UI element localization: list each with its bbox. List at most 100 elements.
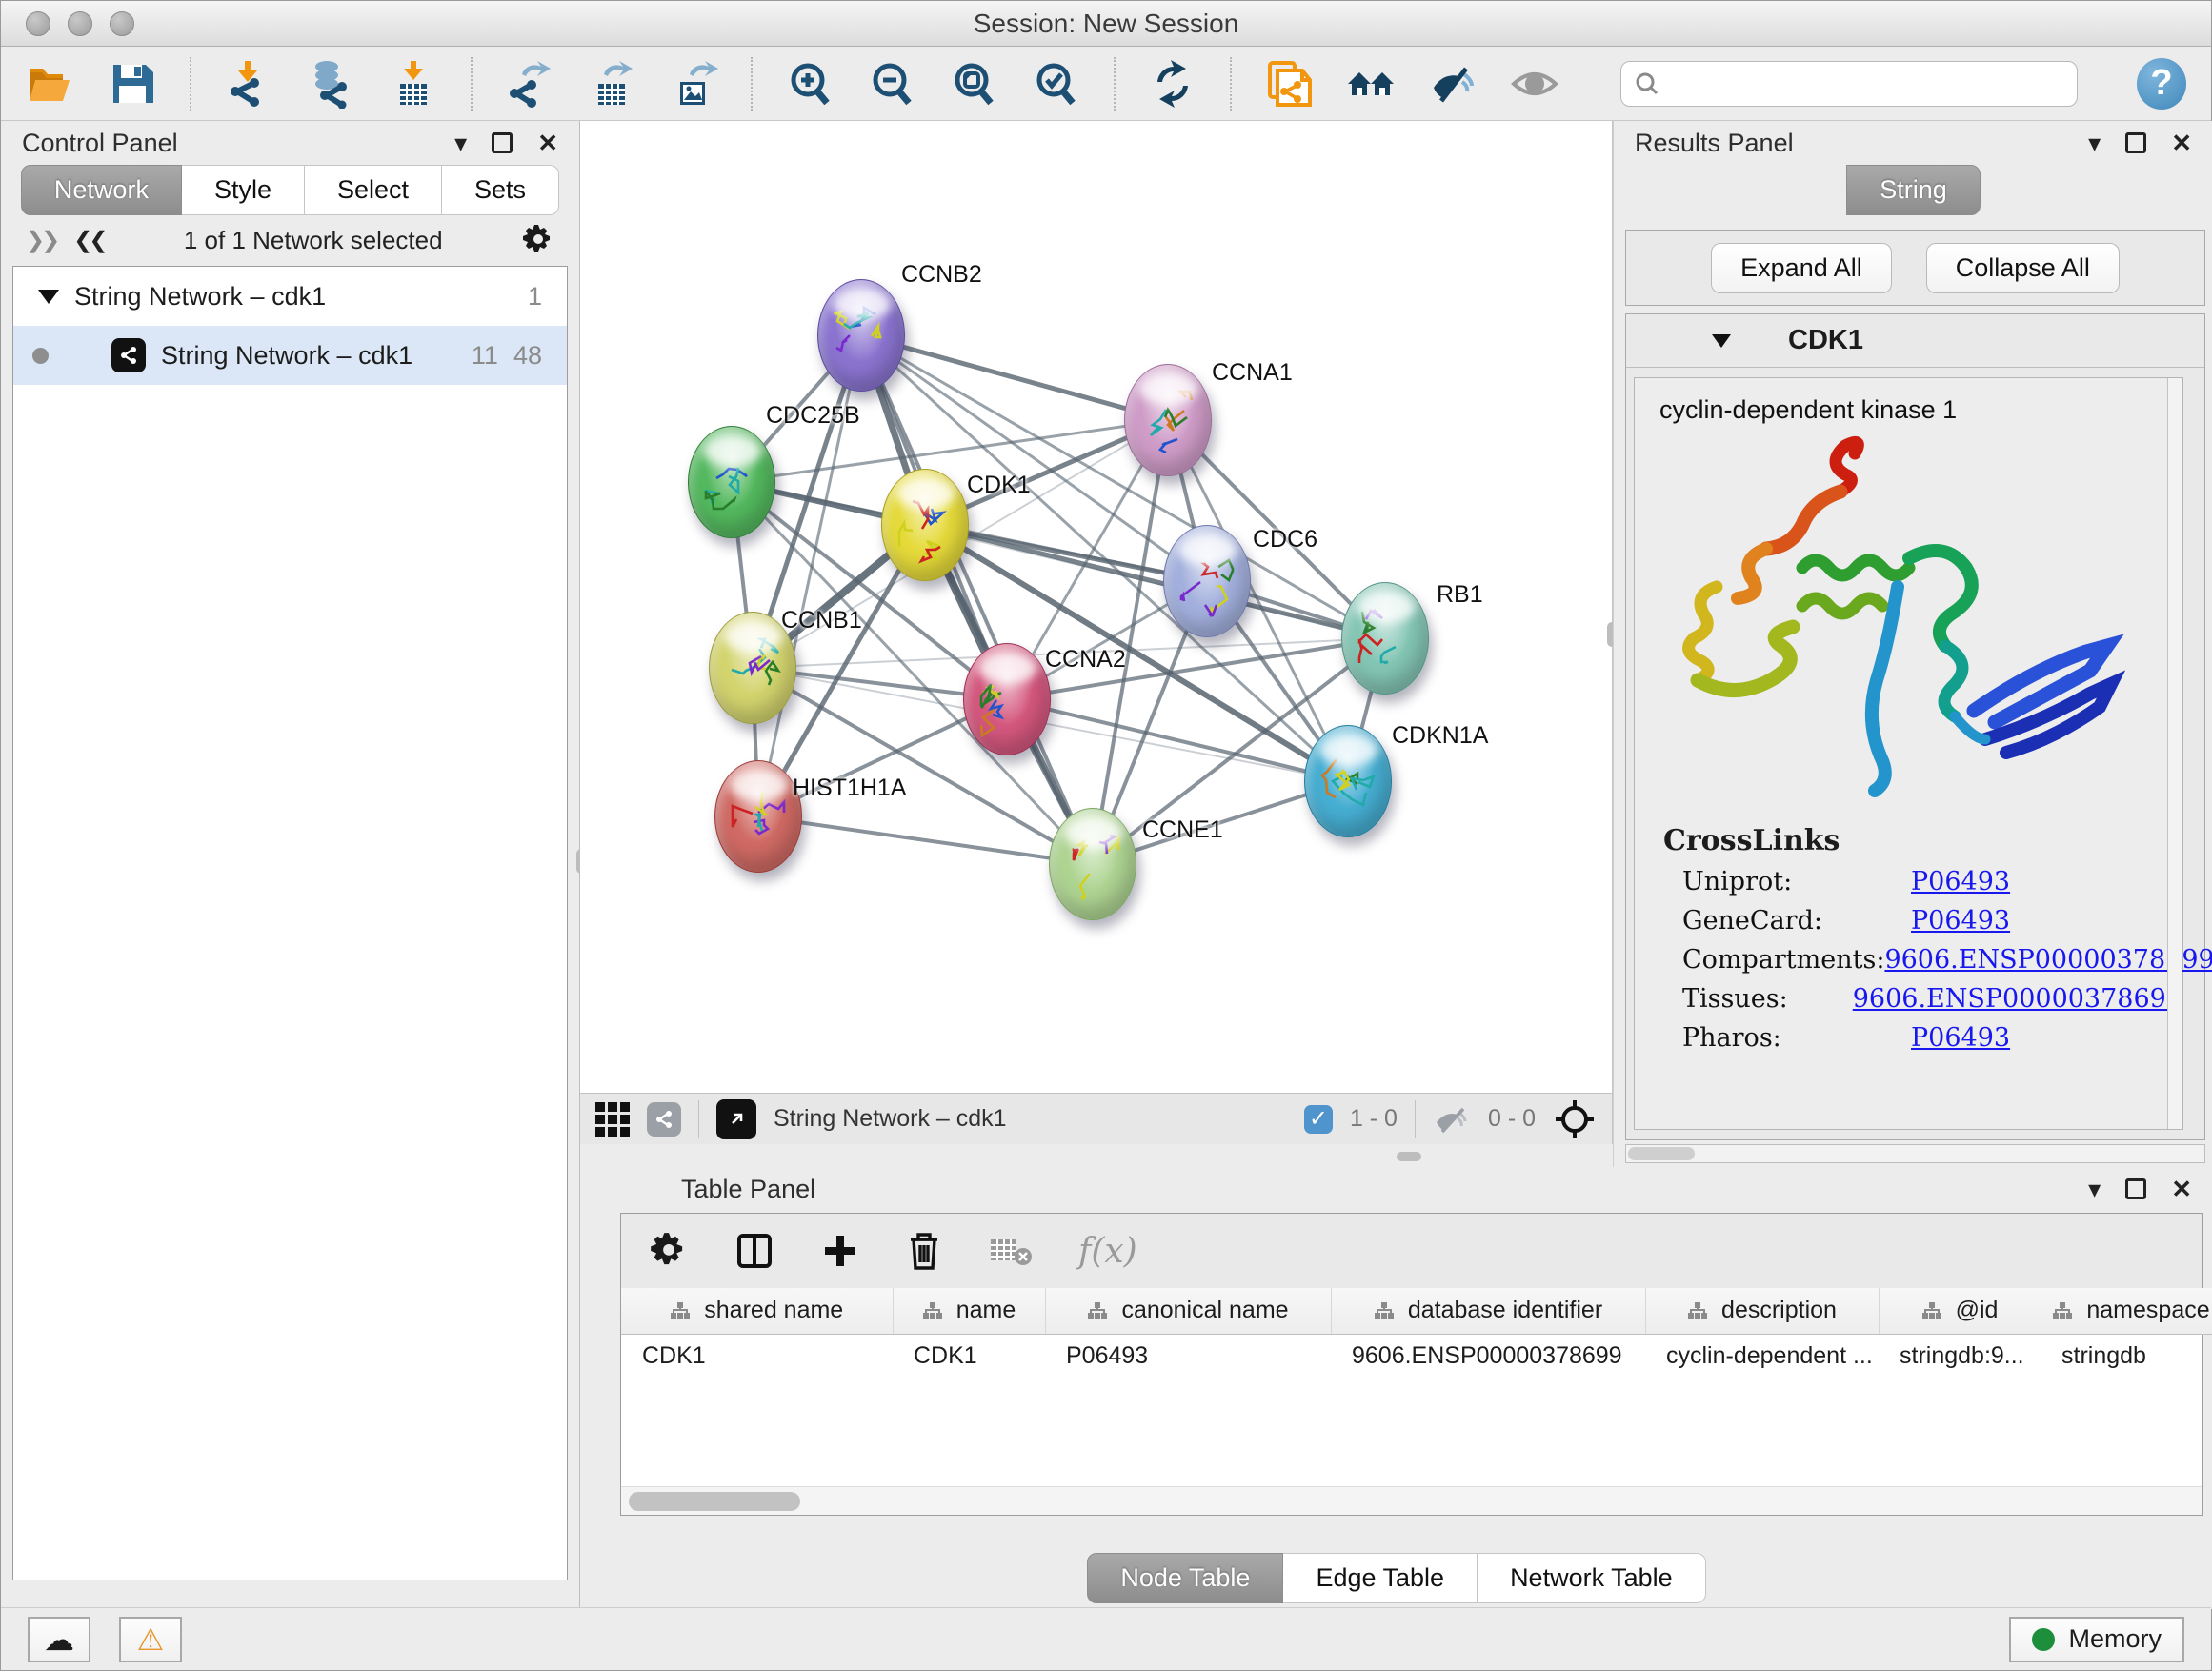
show-columns-icon[interactable] (734, 1230, 775, 1272)
function-builder-icon[interactable]: f(x) (1078, 1232, 1137, 1271)
panel-float-icon[interactable] (2125, 1178, 2146, 1199)
network-node-cdc25b[interactable] (688, 426, 775, 538)
birdseye-grid-icon[interactable] (595, 1102, 630, 1137)
network-node-ccnb2[interactable] (817, 279, 905, 392)
export-network-button[interactable] (505, 58, 554, 110)
selected-nodes-checkbox[interactable]: ✓ (1304, 1105, 1333, 1134)
panel-menu-icon[interactable]: ▾ (454, 129, 467, 158)
panel-float-icon[interactable] (492, 132, 513, 153)
network-row[interactable]: String Network – cdk1 11 48 (13, 326, 567, 385)
warnings-button[interactable]: ⚠ (119, 1617, 182, 1662)
tab-node-table[interactable]: Node Table (1087, 1553, 1283, 1603)
create-column-icon[interactable] (821, 1232, 859, 1270)
hidden-eye-icon[interactable] (1433, 1105, 1471, 1134)
column-header-database-identifier[interactable]: database identifier (1331, 1288, 1645, 1334)
crosslink-link[interactable]: P06493 (1911, 1023, 2010, 1053)
network-node-cdk1[interactable] (881, 469, 969, 581)
toolbar-search[interactable] (1620, 61, 2078, 107)
delete-column-icon[interactable] (905, 1230, 943, 1272)
network-node-cdc6[interactable] (1163, 525, 1251, 637)
table-cell[interactable]: CDK1 (621, 1334, 893, 1378)
crosslink-link[interactable]: P06493 (1911, 906, 2010, 936)
results-vertical-scrollbar[interactable] (2167, 378, 2182, 1129)
network-collection-row[interactable]: String Network – cdk1 1 (13, 267, 567, 326)
expand-all-networks-icon[interactable]: ❮❮ (73, 227, 104, 254)
refresh-button[interactable] (1148, 58, 1197, 110)
panel-float-icon[interactable] (2125, 132, 2146, 153)
column-header-description[interactable]: description (1645, 1288, 1879, 1334)
table-cell[interactable]: CDK1 (893, 1334, 1045, 1378)
show-eye-icon[interactable] (1510, 58, 1559, 110)
crosslink-link[interactable]: P06493 (1911, 867, 2010, 896)
panel-close-icon[interactable]: ✕ (2171, 129, 2192, 158)
table-cell[interactable]: 9606.ENSP00000378699 (1331, 1334, 1645, 1378)
export-table-button[interactable] (587, 58, 636, 110)
tab-string-results[interactable]: String (1846, 165, 1981, 215)
panel-menu-icon[interactable]: ▾ (2088, 1175, 2101, 1204)
minimize-window-button[interactable] (68, 11, 92, 36)
string-home-button[interactable] (1346, 58, 1396, 110)
string-view-icon[interactable] (647, 1102, 681, 1137)
network-node-ccna1[interactable] (1124, 364, 1212, 476)
search-input[interactable] (1669, 69, 2063, 98)
import-network-file-button[interactable] (224, 58, 273, 110)
collapse-all-button[interactable]: Collapse All (1926, 243, 2120, 293)
zoom-fit-button[interactable] (949, 58, 998, 110)
export-image-button[interactable] (669, 58, 718, 110)
tab-select[interactable]: Select (305, 165, 442, 215)
window-controls[interactable] (26, 11, 134, 36)
table-cell[interactable]: P06493 (1045, 1334, 1331, 1378)
tab-style[interactable]: Style (182, 165, 305, 215)
network-node-cdkn1a[interactable] (1304, 725, 1392, 837)
open-in-window-icon[interactable] (716, 1099, 756, 1139)
results-horizontal-scrollbar[interactable] (1625, 1144, 2205, 1163)
network-canvas[interactable]: CCNB2CCNA1CDC25BCDK1CDC6RB1CCNB1CCNA2CDK… (580, 121, 1613, 1093)
table-options-gear-icon[interactable] (650, 1232, 688, 1270)
table-cell[interactable]: cyclin-dependent ... (1645, 1334, 1879, 1378)
crosslink-link[interactable]: 9606.ENSP00000378699 (1884, 945, 2212, 975)
zoom-selected-button[interactable] (1031, 58, 1080, 110)
string-import-button[interactable] (1264, 58, 1314, 110)
memory-button[interactable]: Memory (2009, 1617, 2184, 1662)
fit-selected-crosshair-icon[interactable] (1553, 1097, 1597, 1141)
collapse-all-networks-icon[interactable]: ❯❯ (26, 227, 56, 254)
crosslink-link[interactable]: 9606.ENSP00000378699 (1853, 984, 2182, 1014)
column-header-shared-name[interactable]: shared name (621, 1288, 893, 1334)
table-cell[interactable]: stringdb:9... (1879, 1334, 2041, 1378)
close-window-button[interactable] (26, 11, 50, 36)
help-button[interactable]: ? (2137, 58, 2186, 110)
column-header-canonical-name[interactable]: canonical name (1045, 1288, 1331, 1334)
panel-menu-icon[interactable]: ▾ (2088, 129, 2101, 158)
import-table-button[interactable] (389, 58, 438, 110)
network-node-ccne1[interactable] (1049, 808, 1136, 920)
gene-collapse-icon[interactable] (1712, 334, 1731, 348)
zoom-window-button[interactable] (110, 11, 134, 36)
cloud-status-button[interactable]: ☁ (28, 1617, 90, 1662)
network-node-rb1[interactable] (1341, 582, 1429, 695)
column-header--id[interactable]: @id (1879, 1288, 2041, 1334)
open-session-button[interactable] (26, 58, 75, 110)
tab-network[interactable]: Network (21, 165, 182, 215)
network-options-gear-icon[interactable] (522, 224, 554, 256)
tab-sets[interactable]: Sets (442, 165, 559, 215)
network-node-hist1h1a[interactable] (714, 760, 802, 873)
table-row[interactable]: CDK1CDK1P064939606.ENSP00000378699cyclin… (621, 1334, 2212, 1378)
table-horizontal-scrollbar[interactable] (621, 1486, 2202, 1515)
tab-edge-table[interactable]: Edge Table (1283, 1553, 1478, 1603)
collection-expander-icon[interactable] (38, 290, 59, 304)
expand-all-button[interactable]: Expand All (1711, 243, 1892, 293)
tab-network-table[interactable]: Network Table (1478, 1553, 1706, 1603)
table-cell[interactable]: stringdb (2041, 1334, 2212, 1378)
column-header-namespace[interactable]: namespace (2041, 1288, 2212, 1334)
panel-close-icon[interactable]: ✕ (537, 129, 558, 158)
panel-close-icon[interactable]: ✕ (2171, 1175, 2192, 1204)
zoom-in-button[interactable] (785, 58, 835, 110)
zoom-out-button[interactable] (867, 58, 916, 110)
hide-glass-eye-icon[interactable] (1428, 58, 1478, 110)
network-node-ccna2[interactable] (963, 643, 1051, 755)
save-session-button[interactable] (108, 58, 157, 110)
delete-table-icon[interactable] (989, 1234, 1033, 1268)
import-network-database-button[interactable] (306, 58, 355, 110)
column-header-name[interactable]: name (893, 1288, 1045, 1334)
network-edge[interactable] (758, 816, 1093, 864)
